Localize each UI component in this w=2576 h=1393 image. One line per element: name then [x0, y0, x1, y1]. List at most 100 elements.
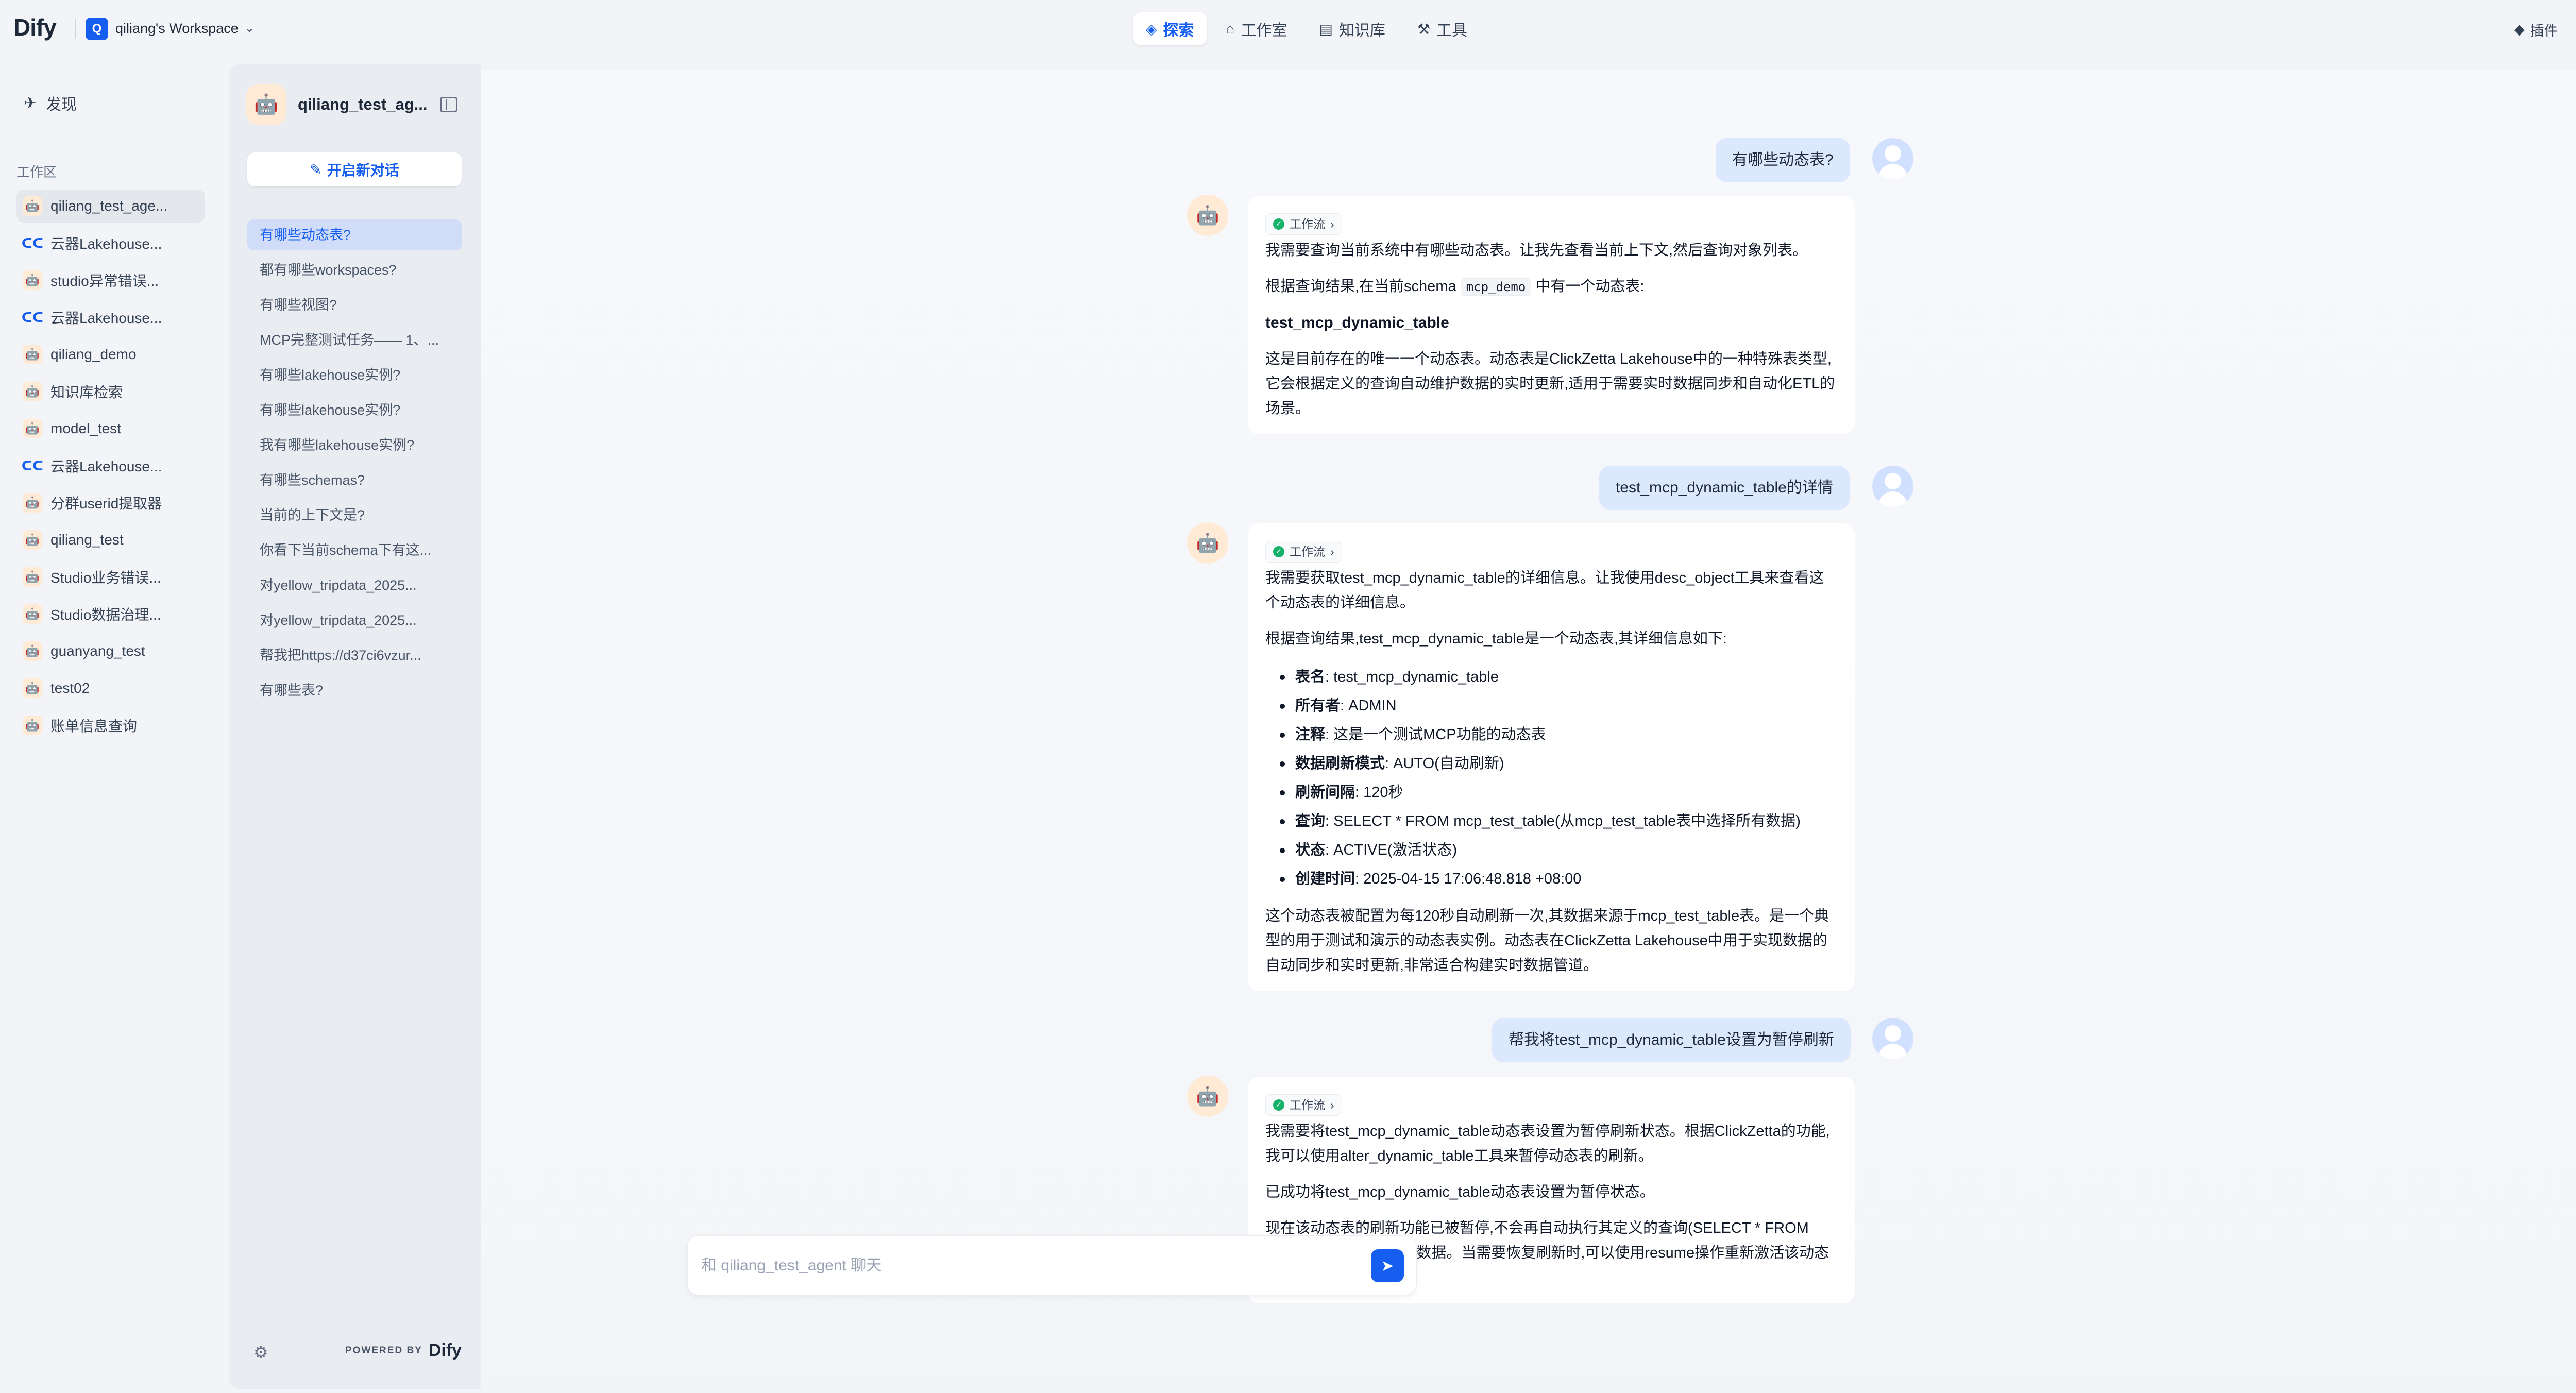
- conversation-item[interactable]: 我有哪些lakehouse实例?: [247, 430, 462, 461]
- sidebar-collapse-icon[interactable]: [440, 97, 457, 112]
- workflow-label: 工作流: [1290, 545, 1325, 558]
- discover-label: 发现: [46, 96, 77, 113]
- workspace-section-label: 工作区: [16, 164, 57, 180]
- logo-divider: [75, 19, 76, 39]
- settings-sliders-icon[interactable]: ⚙: [253, 1343, 268, 1362]
- robot-icon: 🤖: [23, 419, 42, 438]
- detail-list-item: 创建时间: 2025-04-15 17:06:48.818 +08:00: [1265, 864, 1837, 893]
- conversation-item[interactable]: 有哪些schemas?: [247, 465, 462, 496]
- sidebar-app-item[interactable]: 🤖 studio异常错误...: [16, 264, 205, 297]
- sidebar-app-item[interactable]: 🤖 test02: [16, 672, 205, 705]
- conversation-item[interactable]: 都有哪些workspaces?: [247, 254, 462, 285]
- message-paragraph: 这是目前存在的唯一一个动态表。动态表是ClickZetta Lakehouse中…: [1265, 351, 1835, 417]
- conversation-item[interactable]: 有哪些lakehouse实例?: [247, 395, 462, 426]
- detail-value: : 这是一个测试MCP功能的动态表: [1325, 726, 1546, 743]
- workflow-label: 工作流: [1290, 1098, 1325, 1112]
- workflow-chip[interactable]: ✓ 工作流 ›: [1265, 1094, 1342, 1116]
- user-message-avatar: [1872, 1018, 1913, 1059]
- conversation-panel: 🤖 qiliang_test_ag... ✎ 开启新对话 有哪些动态表? 都有哪些…: [229, 64, 481, 1389]
- robot-icon: 🤖: [23, 716, 42, 735]
- chevron-right-icon: ›: [1330, 1098, 1334, 1112]
- conversation-item[interactable]: 对yellow_tripdata_2025...: [247, 605, 462, 636]
- nav-explore[interactable]: ◈ 探索: [1133, 12, 1207, 45]
- sidebar-app-item[interactable]: ᑕᑕ 云器Lakehouse...: [16, 227, 205, 260]
- sidebar-app-label: qiliang_demo: [50, 346, 137, 362]
- chevron-down-icon[interactable]: ⌄: [244, 21, 255, 36]
- new-chat-button[interactable]: ✎ 开启新对话: [247, 152, 462, 186]
- agent-avatar: 🤖: [246, 84, 286, 125]
- conversation-list: 有哪些动态表? 都有哪些workspaces? 有哪些视图? MCP完整测试任务—— …: [247, 219, 462, 710]
- conversation-item[interactable]: 有哪些动态表?: [247, 219, 462, 250]
- sidebar-app-label: qiliang_test_age...: [50, 198, 168, 214]
- plugin-label: 插件: [2530, 23, 2558, 39]
- sidebar-app-item[interactable]: 🤖 qiliang_demo: [16, 338, 205, 371]
- user-message-avatar: [1872, 466, 1913, 507]
- conversation-item[interactable]: 有哪些表?: [247, 675, 462, 706]
- sidebar-app-item[interactable]: ᑕᑕ 云器Lakehouse...: [16, 301, 205, 334]
- detail-key: 查询: [1295, 813, 1326, 829]
- detail-value: : SELECT * FROM mcp_test_table(从mcp_test…: [1325, 813, 1801, 829]
- sidebar-app-item[interactable]: 🤖 qiliang_test_age...: [16, 190, 205, 223]
- message-paragraph: 这个动态表被配置为每120秒自动刷新一次,其数据来源于mcp_test_tabl…: [1265, 908, 1829, 974]
- user-message: 帮我将test_mcp_dynamic_table设置为暂停刷新: [1492, 1018, 1851, 1062]
- sidebar-app-item[interactable]: 🤖 Studio数据治理...: [16, 598, 205, 631]
- sidebar-app-item[interactable]: 🤖 model_test: [16, 412, 205, 445]
- logo-text: Dify: [13, 14, 57, 41]
- message-paragraph: 我需要查询当前系统中有哪些动态表。让我先查看当前上下文,然后查询对象列表。: [1265, 242, 1808, 259]
- detail-list-item: 表名: test_mcp_dynamic_table: [1265, 662, 1837, 691]
- inline-code: mcp_demo: [1460, 278, 1532, 296]
- workflow-chip[interactable]: ✓ 工作流 ›: [1265, 541, 1342, 563]
- send-button[interactable]: ➤: [1371, 1249, 1404, 1282]
- sidebar-app-item[interactable]: 🤖 账单信息查询: [16, 709, 205, 742]
- sidebar-app-item[interactable]: 🤖 知识库检索: [16, 375, 205, 408]
- conversation-item[interactable]: 有哪些视图?: [247, 290, 462, 320]
- clickzetta-icon: ᑕᑕ: [21, 235, 44, 251]
- dify-logo[interactable]: Dify: [13, 13, 57, 44]
- conversation-item[interactable]: 帮我把https://d37ci6vzur...: [247, 640, 462, 671]
- detail-list-item: 刷新间隔: 120秒: [1265, 778, 1837, 807]
- send-icon: ➤: [1381, 1257, 1394, 1275]
- compass-icon: ◈: [1146, 21, 1157, 37]
- conversation-item[interactable]: 你看下当前schema下有这...: [247, 535, 462, 566]
- conversation-item[interactable]: MCP完整测试任务—— 1、...: [247, 325, 462, 355]
- detail-key: 所有者: [1295, 698, 1341, 714]
- detail-value: : AUTO(自动刷新): [1385, 755, 1504, 772]
- user-message-avatar: [1872, 138, 1913, 179]
- robot-icon: 🤖: [23, 345, 42, 364]
- nav-studio[interactable]: ⌂ 工作室: [1214, 12, 1300, 45]
- robot-icon: 🤖: [23, 530, 42, 550]
- detail-value: : ACTIVE(激活状态): [1325, 842, 1458, 858]
- sidebar-app-item[interactable]: ᑕᑕ 云器Lakehouse...: [16, 449, 205, 482]
- chat-area: 有哪些动态表? 🤖 ✓ 工作流 › 我需要查询当前系统中有哪些动态表。让我先查看…: [481, 70, 2576, 1375]
- robot-icon: 🤖: [254, 94, 279, 115]
- nav-studio-label: 工作室: [1241, 22, 1287, 39]
- sidebar-app-label: 云器Lakehouse...: [50, 310, 162, 326]
- check-circle-icon: ✓: [1273, 1099, 1284, 1111]
- detail-value: : ADMIN: [1340, 698, 1397, 714]
- conversation-item[interactable]: 对yellow_tripdata_2025...: [247, 570, 462, 601]
- conversation-item[interactable]: 当前的上下文是?: [247, 500, 462, 531]
- workflow-chip[interactable]: ✓ 工作流 ›: [1265, 213, 1342, 235]
- nav-knowledge[interactable]: ▤ 知识库: [1307, 12, 1397, 45]
- sidebar-app-item[interactable]: 🤖 guanyang_test: [16, 635, 205, 668]
- detail-list-item: 状态: ACTIVE(激活状态): [1265, 836, 1837, 864]
- workspace-name[interactable]: qiliang's Workspace: [115, 21, 239, 37]
- plugin-button[interactable]: ◆ 插件: [2514, 20, 2558, 40]
- conversation-item[interactable]: 有哪些lakehouse实例?: [247, 360, 462, 390]
- sidebar-app-item[interactable]: 🤖 Studio业务错误...: [16, 560, 205, 593]
- robot-icon: 🤖: [23, 604, 42, 624]
- nav-tools[interactable]: ⚒ 工具: [1405, 12, 1480, 45]
- robot-icon: 🤖: [23, 493, 42, 513]
- sidebar-app-item[interactable]: 🤖 qiliang_test: [16, 523, 205, 556]
- chat-input[interactable]: [701, 1252, 1371, 1279]
- workspace-badge[interactable]: Q: [86, 18, 108, 40]
- detail-key: 创建时间: [1295, 871, 1355, 887]
- discover-link[interactable]: ✈ 发现: [24, 92, 77, 114]
- check-circle-icon: ✓: [1273, 546, 1284, 557]
- sidebar-app-item[interactable]: 🤖 分群userid提取器: [16, 486, 205, 519]
- detail-list-item: 所有者: ADMIN: [1265, 691, 1837, 720]
- detail-list-item: 查询: SELECT * FROM mcp_test_table(从mcp_te…: [1265, 807, 1837, 836]
- sidebar-app-label: Studio数据治理...: [50, 607, 161, 623]
- bot-message: ✓ 工作流 › 我需要获取test_mcp_dynamic_table的详细信息…: [1248, 523, 1855, 991]
- bot-message: ✓ 工作流 › 我需要查询当前系统中有哪些动态表。让我先查看当前上下文,然后查询…: [1248, 196, 1855, 434]
